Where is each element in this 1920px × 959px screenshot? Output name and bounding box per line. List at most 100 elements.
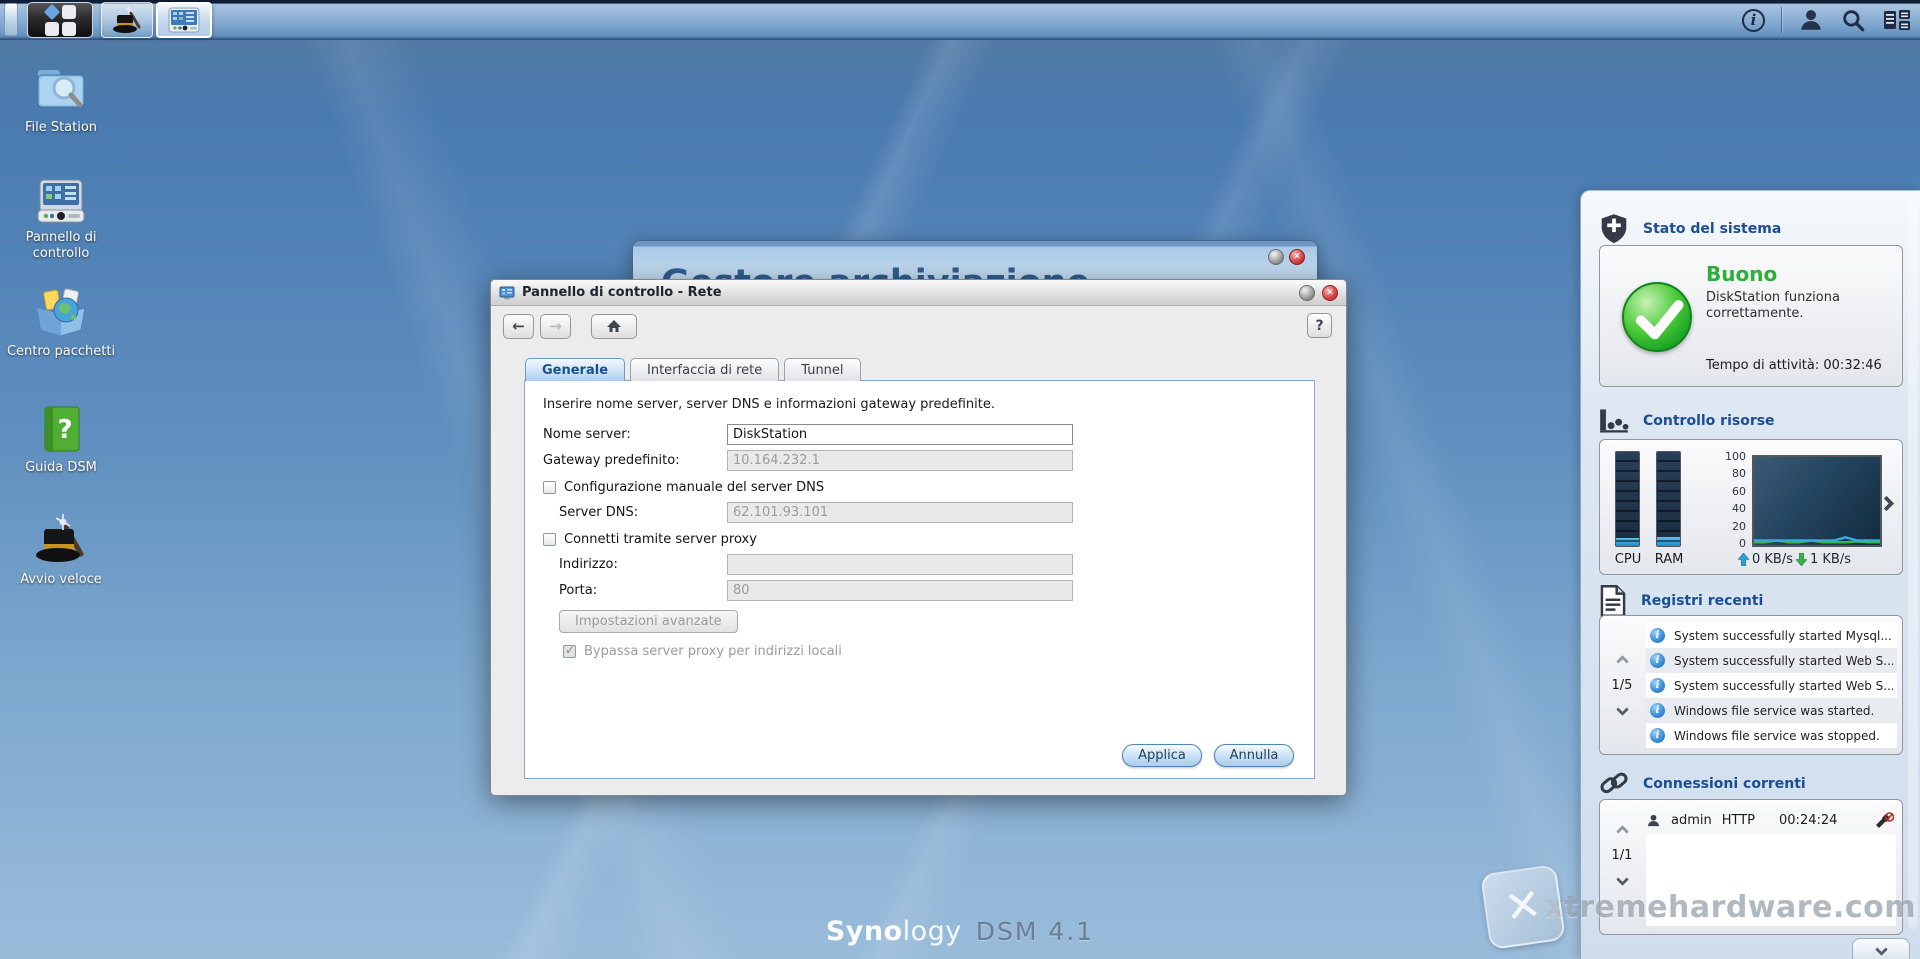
cancel-button[interactable]: Annulla [1214, 744, 1294, 767]
log-list: iSystem successfully started Mysql... iS… [1646, 623, 1897, 748]
user-icon[interactable] [1798, 7, 1824, 33]
bypass-proxy-label: Bypassa server proxy per indirizzi local… [584, 644, 842, 659]
log-row[interactable]: iSystem successfully started Web S... [1646, 673, 1897, 698]
chain-link-icon [1599, 769, 1629, 799]
cpu-label: CPU [1608, 552, 1648, 567]
dialog-toolbar: ← → [491, 306, 1346, 346]
desktop-icon-label: Guida DSM [6, 460, 116, 476]
document-icon [1599, 585, 1627, 617]
desktop-icon-label: Centro pacchetti [6, 344, 116, 360]
info-icon: i [1650, 628, 1665, 643]
taskbar-control-panel-window-button[interactable] [156, 2, 212, 38]
uptime-text: Tempo di attività: 00:32:46 [1706, 358, 1882, 373]
status-message: DiskStation funziona correttamente. [1706, 290, 1881, 322]
logs-page-up-chevron[interactable] [1616, 655, 1629, 668]
info-icon: i [1650, 728, 1665, 743]
server-name-input[interactable] [727, 424, 1073, 445]
dns-manual-checkbox[interactable] [543, 481, 556, 494]
resource-monitor-title: Controllo risorse [1643, 413, 1775, 429]
desktop-icon-dsm-help[interactable]: ? Guida DSM [6, 404, 116, 476]
desktop-icon-package-center[interactable]: Centro pacchetti [6, 288, 116, 360]
download-arrow-icon [1796, 553, 1807, 566]
form-description: Inserire nome server, server DNS e infor… [543, 397, 1296, 412]
main-menu-icon [45, 5, 76, 36]
taskbar-quick-launch-button[interactable] [101, 2, 153, 38]
tab-panel-generale: Inserire nome server, server DNS e infor… [524, 380, 1315, 779]
bypass-proxy-checkbox [563, 645, 576, 658]
dialog-help-button[interactable]: ? [1307, 313, 1332, 338]
back-button[interactable]: ← [503, 314, 534, 339]
resource-monitor-card: CPU RAM 100 80 60 40 20 0 0 KB/s 1 KB/s [1599, 439, 1903, 575]
minimize-button[interactable] [1268, 249, 1284, 265]
desktop-icon-file-station[interactable]: File Station [6, 62, 116, 136]
package-center-icon [33, 288, 89, 338]
logs-page-down-chevron[interactable] [1616, 703, 1629, 716]
gateway-label: Gateway predefinito: [543, 453, 727, 468]
proxy-address-input [727, 554, 1073, 575]
connections-page-indicator: 1/1 [1612, 848, 1633, 863]
dialog-minimize-button[interactable] [1299, 285, 1315, 301]
shield-icon [1599, 213, 1629, 245]
proxy-address-label: Indirizzo: [543, 557, 727, 572]
log-row[interactable]: iSystem successfully started Mysql... [1646, 623, 1897, 648]
info-icon: i [1650, 653, 1665, 668]
gateway-input [727, 450, 1073, 471]
dns-server-input [727, 502, 1073, 523]
sidebar-scrollbar[interactable] [1908, 201, 1918, 929]
proxy-label: Connetti tramite server proxy [564, 532, 757, 547]
desktop-icon-quick-start[interactable]: Avvio veloce [6, 512, 116, 588]
widget-sidebar: Stato del sistema Buono DiskStation funz… [1580, 190, 1920, 959]
disconnect-icon[interactable] [1874, 812, 1894, 828]
recent-logs-title: Registri recenti [1641, 593, 1763, 609]
connection-protocol: HTTP [1722, 813, 1755, 828]
desktop-icon-label: Avvio veloce [6, 572, 116, 588]
home-icon [606, 319, 622, 333]
logs-pager: 1/5 [1600, 616, 1644, 754]
help-info-icon[interactable]: i [1742, 9, 1765, 32]
dns-manual-label: Configurazione manuale del server DNS [564, 480, 824, 495]
connections-page-up-chevron[interactable] [1616, 825, 1629, 838]
system-status-title: Stato del sistema [1643, 221, 1781, 237]
magic-hat-icon [112, 5, 142, 35]
dns-server-label: Server DNS: [543, 505, 727, 520]
advanced-settings-button: Impostazioni avanzate [559, 610, 738, 633]
watermark: ✕ xtremehardware.com [1485, 869, 1916, 945]
tab-generale[interactable]: Generale [525, 358, 625, 381]
file-station-icon [34, 62, 88, 114]
control-panel-network-dialog: Pannello di controllo - Rete ✕ ← → ? Gen… [490, 279, 1347, 796]
dialog-titlebar[interactable]: Pannello di controllo - Rete ✕ [491, 280, 1346, 306]
log-row[interactable]: iSystem successfully started Web S... [1646, 648, 1897, 673]
proxy-port-label: Porta: [543, 583, 727, 598]
search-icon[interactable] [1840, 7, 1866, 33]
connection-row[interactable]: admin HTTP 00:24:24 [1646, 808, 1894, 832]
info-icon: i [1650, 703, 1665, 718]
dialog-control-panel-icon [499, 286, 515, 300]
proxy-checkbox[interactable] [543, 533, 556, 546]
taskbar: i [0, 0, 1920, 40]
close-icon[interactable]: ✕ [1289, 249, 1305, 265]
log-row[interactable]: iWindows file service was started. [1646, 698, 1897, 723]
dialog-close-icon[interactable]: ✕ [1322, 285, 1338, 301]
connection-user: admin [1671, 813, 1712, 828]
status-ok-icon [1622, 282, 1692, 352]
system-status-card: Buono DiskStation funziona correttamente… [1599, 245, 1903, 387]
ram-label: RAM [1649, 552, 1689, 567]
tab-interfaccia-di-rete[interactable]: Interfaccia di rete [630, 358, 779, 381]
magic-hat-large-icon [33, 512, 89, 566]
cpu-meter [1615, 451, 1640, 547]
tab-tunnel[interactable]: Tunnel [784, 358, 860, 381]
apply-button[interactable]: Applica [1122, 744, 1202, 767]
bar-chart-icon [1599, 407, 1629, 435]
home-button[interactable] [591, 314, 637, 339]
dsm-help-icon: ? [36, 404, 86, 454]
svg-text:?: ? [57, 415, 72, 445]
show-desktop-button[interactable] [4, 3, 18, 36]
desktop-icon-control-panel[interactable]: Pannello di controllo [6, 178, 116, 262]
logs-page-indicator: 1/5 [1612, 678, 1633, 693]
dialog-tabs: Generale Interfaccia di rete Tunnel [524, 358, 1315, 381]
taskbar-separator [1781, 7, 1782, 33]
log-row[interactable]: iWindows file service was stopped. [1646, 723, 1897, 748]
pilot-view-icon[interactable] [1882, 7, 1912, 33]
ram-meter [1656, 451, 1681, 547]
main-menu-button[interactable] [27, 2, 93, 38]
